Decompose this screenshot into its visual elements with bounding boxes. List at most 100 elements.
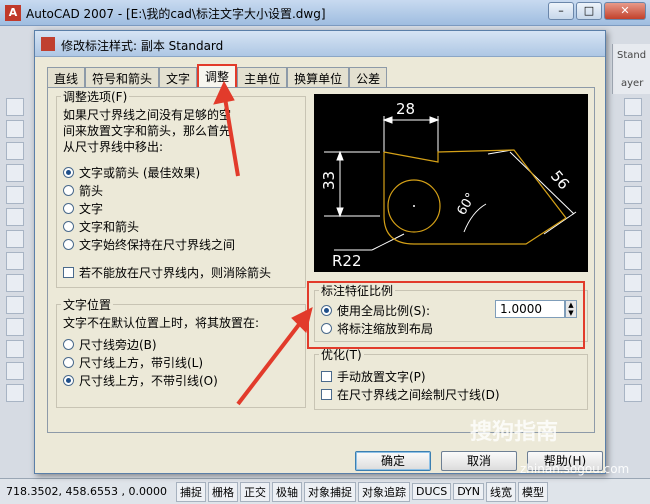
arrow-head [382,116,393,124]
point-tool-icon[interactable] [6,384,24,402]
insert-block-tool-icon[interactable] [6,340,24,358]
spline-tool-icon[interactable] [6,274,24,292]
move-tool-icon[interactable] [624,208,642,226]
checkbox-label: 在尺寸界线之间绘制尺寸线(D) [337,387,500,402]
make-block-tool-icon[interactable] [6,362,24,380]
preview-dim-r22: R22 [332,252,362,270]
radio-label: 文字 [79,201,104,216]
radio-always-keep-text[interactable]: 文字始终保持在尺寸界线之间 [63,235,299,253]
radio-arrows[interactable]: 箭头 [63,181,299,199]
model-toggle[interactable]: 模型 [518,481,549,502]
radio-dot[interactable] [63,220,74,232]
array-tool-icon[interactable] [624,186,642,204]
arrow-head [429,116,440,124]
style-toolbar-fragment: Stand ayer [612,44,650,94]
dim-style-dropdown[interactable]: Stand [617,50,646,61]
trim-tool-icon[interactable] [624,296,642,314]
rectangle-tool-icon[interactable] [6,186,24,204]
slant-ext-line-2 [543,211,577,235]
radio-label: 文字或箭头 (最佳效果) [79,165,201,180]
cancel-button[interactable]: 取消 [441,451,517,471]
polyline-tool-icon[interactable] [6,142,24,160]
radio-label: 箭头 [79,183,104,198]
radio-dot[interactable] [63,338,74,350]
chamfer-tool-icon[interactable] [624,362,642,380]
snap-toggle[interactable]: 捕捉 [176,481,206,502]
circle-tool-icon[interactable] [6,230,24,248]
ok-button[interactable]: 确定 [355,451,431,471]
checkbox-manual-place-text[interactable]: 手动放置文字(P) [321,367,581,385]
fillet-tool-icon[interactable] [624,384,642,402]
ellipse-tool-icon[interactable] [6,296,24,314]
polar-toggle[interactable]: 极轴 [272,481,302,502]
radio-dot[interactable] [63,166,74,178]
arc-tool-icon[interactable] [6,208,24,226]
checkbox-draw-dim-line-between[interactable]: 在尺寸界线之间绘制尺寸线(D) [321,385,581,403]
checkbox-box[interactable] [321,388,332,400]
rotate-tool-icon[interactable] [624,230,642,248]
tab-fit[interactable]: 调整 [197,64,238,87]
tab-tolerances[interactable]: 公差 [349,67,388,87]
fit-options-description-line-3: 从尺寸界线中移出: [63,140,164,154]
radio-text-or-arrows[interactable]: 文字或箭头 (最佳效果) [63,163,299,181]
dimension-preview: 28 33 56 60° R22 [314,94,588,272]
ellipse-arc-tool-icon[interactable] [6,318,24,336]
ducs-toggle[interactable]: DUCS [412,483,452,500]
radio-over-with-leader[interactable]: 尺寸线上方，带引线(L) [63,353,299,371]
offset-tool-icon[interactable] [624,164,642,182]
tab-symbols-arrows[interactable]: 符号和箭头 [85,67,160,87]
autocad-logo-icon: A [5,5,21,21]
tab-lines[interactable]: 直线 [47,67,86,87]
maximize-button[interactable]: □ [576,2,602,20]
app-title: AutoCAD 2007 - [E:\我的cad\标注文字大小设置.dwg] [26,7,326,21]
dialog-title: 修改标注样式: 副本 Standard [61,39,224,53]
arrow-head [336,207,344,218]
copy-tool-icon[interactable] [624,120,642,138]
polygon-tool-icon[interactable] [6,164,24,182]
lineweight-toggle[interactable]: 线宽 [486,481,517,502]
radio-text[interactable]: 文字 [63,199,299,217]
minimize-button[interactable]: – [548,2,574,20]
preview-dim-28: 28 [396,100,415,118]
dyn-toggle[interactable]: DYN [453,483,485,500]
radio-label: 尺寸线旁边(B) [79,337,157,352]
watermark-url: zhinan.sogou.com [520,462,630,476]
stretch-tool-icon[interactable] [624,274,642,292]
tab-primary-units[interactable]: 主单位 [237,67,288,87]
revision-cloud-tool-icon[interactable] [6,252,24,270]
checkbox-label: 若不能放在尺寸界线内，则消除箭头 [79,265,272,280]
checkbox-label: 手动放置文字(P) [337,369,426,384]
radio-dot[interactable] [63,238,74,250]
tab-strip: 直线 符号和箭头 文字 调整 主单位 换算单位 公差 [47,64,388,87]
ortho-toggle[interactable]: 正交 [240,481,270,502]
checkbox-box[interactable] [321,370,332,382]
close-button[interactable]: ✕ [604,2,646,20]
radio-dot[interactable] [63,202,74,214]
radio-beside-dim-line[interactable]: 尺寸线旁边(B) [63,335,299,353]
modify-toolbar [622,96,646,426]
erase-tool-icon[interactable] [624,98,642,116]
tab-text[interactable]: 文字 [159,67,198,87]
line-tool-icon[interactable] [6,98,24,116]
radio-dot[interactable] [63,374,74,386]
radio-dot[interactable] [63,356,74,368]
radio-label: 文字和箭头 [79,219,140,234]
tab-alternate-units[interactable]: 换算单位 [287,67,350,87]
radio-text-and-arrows[interactable]: 文字和箭头 [63,217,299,235]
scale-tool-icon[interactable] [624,252,642,270]
extend-tool-icon[interactable] [624,318,642,336]
grid-toggle[interactable]: 栅格 [208,481,238,502]
otrack-toggle[interactable]: 对象追踪 [358,481,410,502]
break-tool-icon[interactable] [624,340,642,358]
mirror-tool-icon[interactable] [624,142,642,160]
text-placement-group: 文字位置 文字不在默认位置上时，将其放置在: 尺寸线旁边(B) 尺寸线上方，带引… [56,296,306,408]
radio-dot[interactable] [63,184,74,196]
radio-label: 文字始终保持在尺寸界线之间 [79,237,236,252]
watermark-logo: 搜狗指南 [470,420,559,445]
checkbox-box[interactable] [63,266,74,278]
annotation-highlight-box [307,281,585,349]
osnap-toggle[interactable]: 对象捕捉 [304,481,356,502]
construction-line-tool-icon[interactable] [6,120,24,138]
radio-over-without-leader[interactable]: 尺寸线上方，不带引线(O) [63,371,299,389]
checkbox-suppress-arrows[interactable]: 若不能放在尺寸界线内，则消除箭头 [63,263,299,281]
